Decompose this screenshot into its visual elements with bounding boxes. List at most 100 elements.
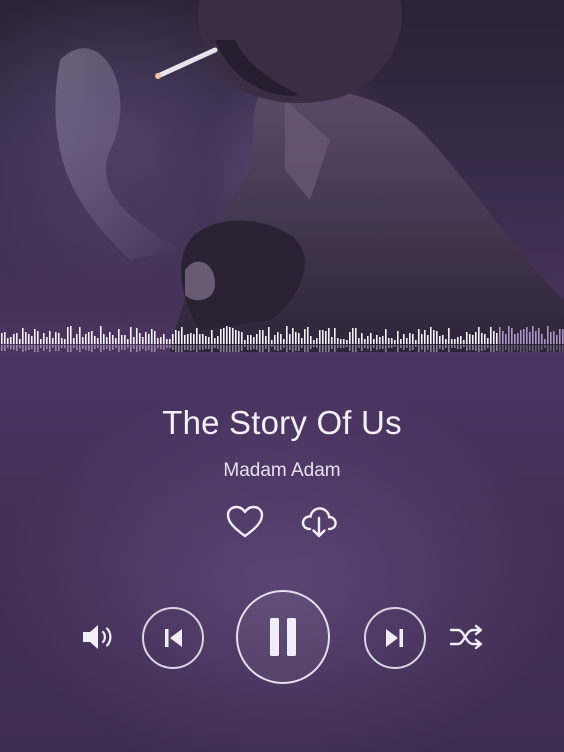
download-button[interactable] xyxy=(296,500,342,544)
waveform-bar xyxy=(277,332,279,344)
waveform-bar xyxy=(298,333,300,344)
waveform-bar xyxy=(253,337,255,344)
waveform-reflection xyxy=(241,345,243,351)
shuffle-icon xyxy=(449,624,483,650)
waveform-bar xyxy=(535,331,537,344)
waveform-bar xyxy=(529,332,531,344)
waveform-reflection xyxy=(337,345,339,348)
waveform-bar xyxy=(127,339,129,344)
waveform-reflection xyxy=(529,345,531,351)
waveform-reflection xyxy=(139,345,141,351)
waveform-reflection xyxy=(442,345,444,350)
waveform-bar xyxy=(40,339,42,344)
waveform-bar xyxy=(526,327,528,344)
waveform-bar xyxy=(223,328,225,344)
waveform-reflection xyxy=(52,345,54,348)
waveform-bar xyxy=(94,336,96,344)
waveform-bar xyxy=(382,336,384,344)
waveform-bar xyxy=(388,338,390,344)
waveform-reflection xyxy=(313,345,315,347)
waveform-bar xyxy=(124,335,126,344)
waveform-bar xyxy=(316,338,318,344)
waveform-reflection xyxy=(388,345,390,348)
waveform-bar xyxy=(541,334,543,344)
waveform-reflection xyxy=(115,345,117,348)
waveform-bar xyxy=(217,336,219,344)
waveform-bar xyxy=(502,331,504,344)
waveform-reflection xyxy=(133,345,135,349)
waveform-bar xyxy=(280,334,282,344)
waveform-bar xyxy=(235,330,237,344)
shuffle-button[interactable] xyxy=(446,621,488,653)
waveform-reflection xyxy=(148,345,150,350)
waveform-bar xyxy=(136,328,138,344)
waveform-reflection xyxy=(406,345,408,348)
waveform-reflection xyxy=(58,345,60,351)
waveform-reflection xyxy=(295,345,297,351)
waveform-bar xyxy=(88,332,90,344)
waveform-bar xyxy=(367,336,369,344)
waveform-bar xyxy=(361,333,363,344)
waveform-reflection xyxy=(46,345,48,349)
waveform-reflection xyxy=(343,345,345,348)
waveform-bar xyxy=(205,336,207,344)
waveform-reflection xyxy=(397,345,399,352)
waveform-reflection xyxy=(49,345,51,352)
waveform-bar xyxy=(370,333,372,344)
play-pause-button[interactable] xyxy=(236,590,330,684)
waveform-bar xyxy=(181,327,183,344)
waveform-reflection xyxy=(10,345,12,349)
waveform-bar xyxy=(67,327,69,344)
pause-icon xyxy=(270,618,296,656)
waveform-bar xyxy=(34,329,36,344)
waveform-reflection xyxy=(187,345,189,350)
waveform-reflection xyxy=(247,345,249,350)
waveform-bar xyxy=(121,335,123,344)
waveform-reflection xyxy=(520,345,522,352)
waveform-bar xyxy=(115,338,117,344)
next-button[interactable] xyxy=(364,607,426,669)
waveform-reflection xyxy=(466,345,468,351)
previous-button[interactable] xyxy=(142,607,204,669)
waveform-reflection xyxy=(376,345,378,350)
like-button[interactable] xyxy=(224,502,266,542)
waveform-reflection xyxy=(124,345,126,350)
waveform-reflection xyxy=(238,345,240,352)
waveform-reflection xyxy=(493,345,495,352)
waveform-reflection xyxy=(88,345,90,351)
waveform-bar xyxy=(343,339,345,344)
waveform-reflection xyxy=(382,345,384,349)
waveform-reflection xyxy=(346,345,348,347)
waveform-bar xyxy=(499,327,501,344)
volume-button[interactable] xyxy=(78,620,118,654)
waveform-bar xyxy=(148,334,150,344)
waveform-bar xyxy=(310,336,312,344)
waveform-reflection xyxy=(175,345,177,352)
waveform-bar xyxy=(532,326,534,344)
waveform-reflection xyxy=(370,345,372,351)
waveform-bar xyxy=(556,335,558,344)
waveform-reflection xyxy=(502,345,504,352)
waveform-bar xyxy=(283,339,285,344)
waveform-bar xyxy=(259,330,261,344)
waveform-bar xyxy=(37,331,39,344)
waveform-bar xyxy=(397,331,399,344)
waveform-bar xyxy=(49,331,51,344)
waveform-reflection xyxy=(319,345,321,352)
waveform-reflection xyxy=(235,345,237,352)
waveform-bar xyxy=(484,334,486,344)
waveform-reflection xyxy=(16,345,18,351)
waveform-reflection xyxy=(505,345,507,350)
waveform-bar xyxy=(232,328,234,344)
waveform-bar xyxy=(523,329,525,344)
waveform-bar xyxy=(274,335,276,344)
waveform-reflection xyxy=(316,345,318,348)
waveform-bar xyxy=(415,340,417,344)
waveform-bar xyxy=(208,337,210,344)
waveform-bar xyxy=(550,332,552,344)
waveform-reflection xyxy=(451,345,453,348)
waveform-reflection xyxy=(349,345,351,351)
waveform-bar xyxy=(43,333,45,344)
waveform-bar xyxy=(229,327,231,344)
waveform-bar xyxy=(385,329,387,344)
